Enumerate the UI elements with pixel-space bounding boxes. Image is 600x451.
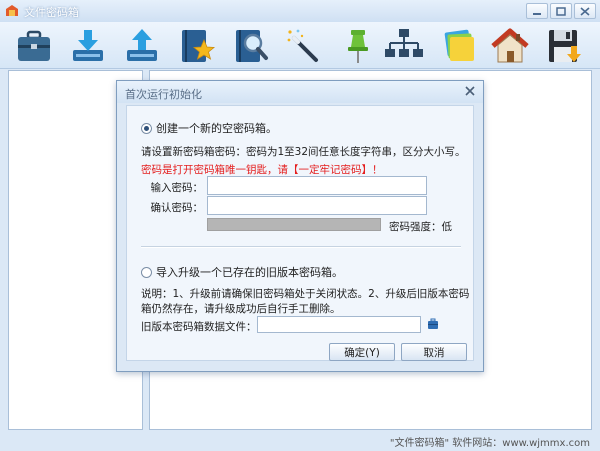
password-strength-label: 密码强度：低 [389,221,452,233]
toolbar-structure-button[interactable] [384,26,424,66]
toolbar-save-button[interactable] [544,26,584,66]
toolbar-pin-button[interactable] [338,26,378,66]
toolbar-home-button[interactable] [490,26,530,66]
confirm-password-input[interactable] [207,196,427,215]
dialog-body: 创建一个新的空密码箱。 请设置新密码箱密码：密码为1至32间任意长度字符串，区分… [126,105,474,361]
minimize-button[interactable] [526,3,548,19]
toolbar-briefcase-button[interactable] [14,26,54,66]
maximize-icon [556,7,566,16]
password-label: 输入密码： [150,182,204,194]
toolbar-upload-button[interactable] [122,26,162,66]
import-note-line1: 说明：1、升级前请确保旧密码箱处于关闭状态。2、升级后旧版本密码 [141,288,470,300]
dialog-title-bar: 首次运行初始化 [117,81,483,103]
new-box-option-label: 创建一个新的空密码箱。 [156,122,277,135]
toolbar-folders-button[interactable] [440,26,480,66]
dialog-close-button[interactable] [464,85,476,97]
notebook-search-icon [236,30,268,62]
new-box-radio[interactable] [141,122,152,134]
import-note-line2: 箱仍然存在，请升级成功后自行手工删除。 [141,303,341,315]
import-box-option-label: 导入升级一个已存在的旧版本密码箱。 [156,266,343,279]
window-title: 文件密码箱 [24,6,79,19]
password-warning: 密码是打开密码箱唯一钥匙，请【一定牢记密码】！ [141,164,383,176]
status-text: "文件密码箱" 软件网站：www.wjmmx.com [389,438,590,449]
toolbar-wizard-button[interactable] [284,26,324,66]
minimize-icon [533,13,541,15]
title-bar: 文件密码箱 [0,0,600,23]
toolbar-add-favorite-button[interactable] [176,26,216,66]
password-input[interactable] [207,176,427,195]
notebook-star-icon [182,30,216,62]
init-dialog: 首次运行初始化 创建一个新的空密码箱。 请设置新密码箱密码：密码为1至32间任意… [116,80,484,372]
close-window-button[interactable] [574,3,596,19]
save-disk-icon [549,30,581,62]
new-box-option[interactable]: 创建一个新的空密码箱。 [141,120,277,136]
toolbar [0,22,600,69]
home-icon [491,28,529,63]
browse-file-icon[interactable] [427,318,439,330]
upload-icon [127,29,157,61]
sitemap-icon [385,29,423,57]
password-hint: 请设置新密码箱密码：密码为1至32间任意长度字符串，区分大小写。 [141,146,466,158]
old-file-label: 旧版本密码箱数据文件： [141,321,257,333]
briefcase-icon [18,30,50,61]
app-logo-icon [6,5,18,16]
pushpin-icon [348,30,368,63]
toolbar-search-button[interactable] [230,26,270,66]
confirm-password-label: 确认密码： [150,202,204,214]
ok-button[interactable]: 确定(Y) [329,343,395,361]
password-strength-meter [207,218,381,231]
magic-wand-icon [287,29,318,62]
download-icon [73,30,103,61]
dialog-title: 首次运行初始化 [125,88,202,101]
cancel-button[interactable]: 取消 [401,343,467,361]
import-box-radio[interactable] [141,266,152,278]
folders-icon [444,29,474,61]
import-box-option[interactable]: 导入升级一个已存在的旧版本密码箱。 [141,264,343,280]
section-divider [141,246,461,248]
toolbar-download-button[interactable] [68,26,108,66]
maximize-button[interactable] [550,3,572,19]
close-icon [580,7,590,16]
old-file-input[interactable] [257,316,421,333]
